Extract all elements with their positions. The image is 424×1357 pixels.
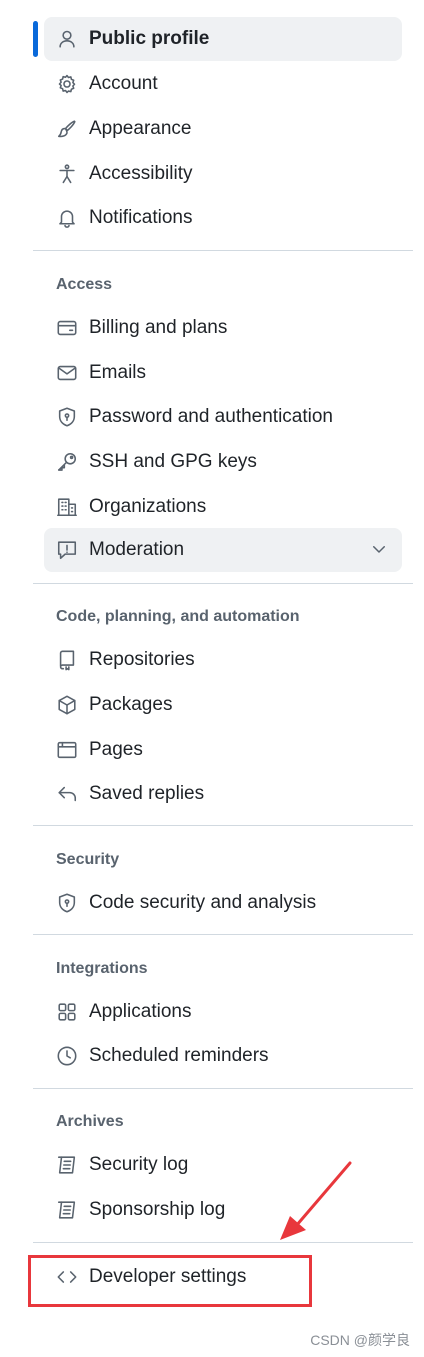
- sidebar-item-appearance[interactable]: Appearance: [44, 107, 402, 151]
- sidebar-item-label: Moderation: [89, 539, 185, 560]
- sidebar-item-label: Billing and plans: [89, 317, 228, 338]
- bell-icon: [55, 206, 79, 230]
- reply-icon: [55, 782, 79, 806]
- section-title-integrations: Integrations: [56, 960, 148, 977]
- shield-lock-icon: [55, 405, 79, 429]
- sidebar-item-label: Organizations: [89, 496, 207, 517]
- sidebar-item-label: Notifications: [89, 207, 193, 228]
- sidebar-item-ssh-gpg[interactable]: SSH and GPG keys: [44, 440, 402, 484]
- section-title-security: Security: [56, 851, 120, 868]
- sidebar-item-label: Public profile: [89, 28, 210, 49]
- sidebar-item-public-profile[interactable]: Public profile: [44, 17, 402, 61]
- sidebar-item-label: Repositories: [89, 649, 195, 670]
- sidebar-item-code-security[interactable]: Code security and analysis: [44, 881, 402, 925]
- sidebar-item-scheduled-reminders[interactable]: Scheduled reminders: [44, 1034, 402, 1078]
- sidebar-item-label: Account: [89, 73, 158, 94]
- sidebar-item-label: Pages: [89, 739, 143, 760]
- active-indicator: [33, 21, 38, 57]
- repo-icon: [55, 648, 79, 672]
- highlight-box: [28, 1255, 312, 1307]
- sidebar-item-label: Scheduled reminders: [89, 1045, 269, 1066]
- divider: [33, 250, 413, 251]
- log-icon: [55, 1153, 79, 1177]
- person-icon: [55, 27, 79, 51]
- credit-card-icon: [55, 316, 79, 340]
- sidebar-item-saved-replies[interactable]: Saved replies: [44, 772, 402, 816]
- sidebar-item-pages[interactable]: Pages: [44, 728, 402, 772]
- sidebar-item-moderation[interactable]: Moderation: [44, 528, 402, 572]
- sidebar-item-label: Packages: [89, 694, 173, 715]
- sidebar-item-applications[interactable]: Applications: [44, 990, 402, 1034]
- sidebar-item-accessibility[interactable]: Accessibility: [44, 152, 402, 196]
- sidebar-item-label: Accessibility: [89, 163, 193, 184]
- apps-icon: [55, 1000, 79, 1024]
- key-icon: [55, 450, 79, 474]
- sidebar-item-account[interactable]: Account: [44, 62, 402, 106]
- section-title-code: Code, planning, and automation: [56, 608, 300, 625]
- gear-icon: [55, 72, 79, 96]
- browser-icon: [55, 738, 79, 762]
- divider: [33, 1088, 413, 1089]
- sidebar-item-label: Password and authentication: [89, 406, 333, 427]
- sidebar-item-label: SSH and GPG keys: [89, 451, 257, 472]
- sidebar-item-billing[interactable]: Billing and plans: [44, 306, 402, 350]
- divider: [33, 825, 413, 826]
- sidebar-item-organizations[interactable]: Organizations: [44, 485, 402, 529]
- accessibility-icon: [55, 162, 79, 186]
- shield-lock-icon: [55, 891, 79, 915]
- arrow-annotation: [280, 1161, 352, 1240]
- sidebar-item-emails[interactable]: Emails: [44, 351, 402, 395]
- watermark: CSDN @颜学良: [310, 1332, 410, 1348]
- divider: [33, 583, 413, 584]
- mail-icon: [55, 361, 79, 385]
- chevron-down-icon[interactable]: [370, 540, 388, 558]
- sidebar-item-label: Saved replies: [89, 783, 205, 804]
- sidebar-item-label: Applications: [89, 1001, 192, 1022]
- package-icon: [55, 693, 79, 717]
- sidebar-item-packages[interactable]: Packages: [44, 683, 402, 727]
- paintbrush-icon: [55, 117, 79, 141]
- sidebar-item-label: Security log: [89, 1154, 189, 1175]
- sidebar-item-label: Appearance: [89, 118, 192, 139]
- section-title-archives: Archives: [56, 1113, 124, 1130]
- divider: [33, 934, 413, 935]
- sidebar-item-label: Emails: [89, 362, 147, 383]
- section-title-access: Access: [56, 276, 113, 293]
- organization-icon: [55, 495, 79, 519]
- clock-icon: [55, 1044, 79, 1068]
- log-icon: [55, 1198, 79, 1222]
- sidebar-item-label: Sponsorship log: [89, 1199, 226, 1220]
- report-icon: [55, 538, 79, 562]
- sidebar-item-repositories[interactable]: Repositories: [44, 638, 402, 682]
- sidebar-item-password[interactable]: Password and authentication: [44, 395, 402, 439]
- sidebar-item-label: Code security and analysis: [89, 892, 317, 913]
- sidebar-item-notifications[interactable]: Notifications: [44, 196, 402, 240]
